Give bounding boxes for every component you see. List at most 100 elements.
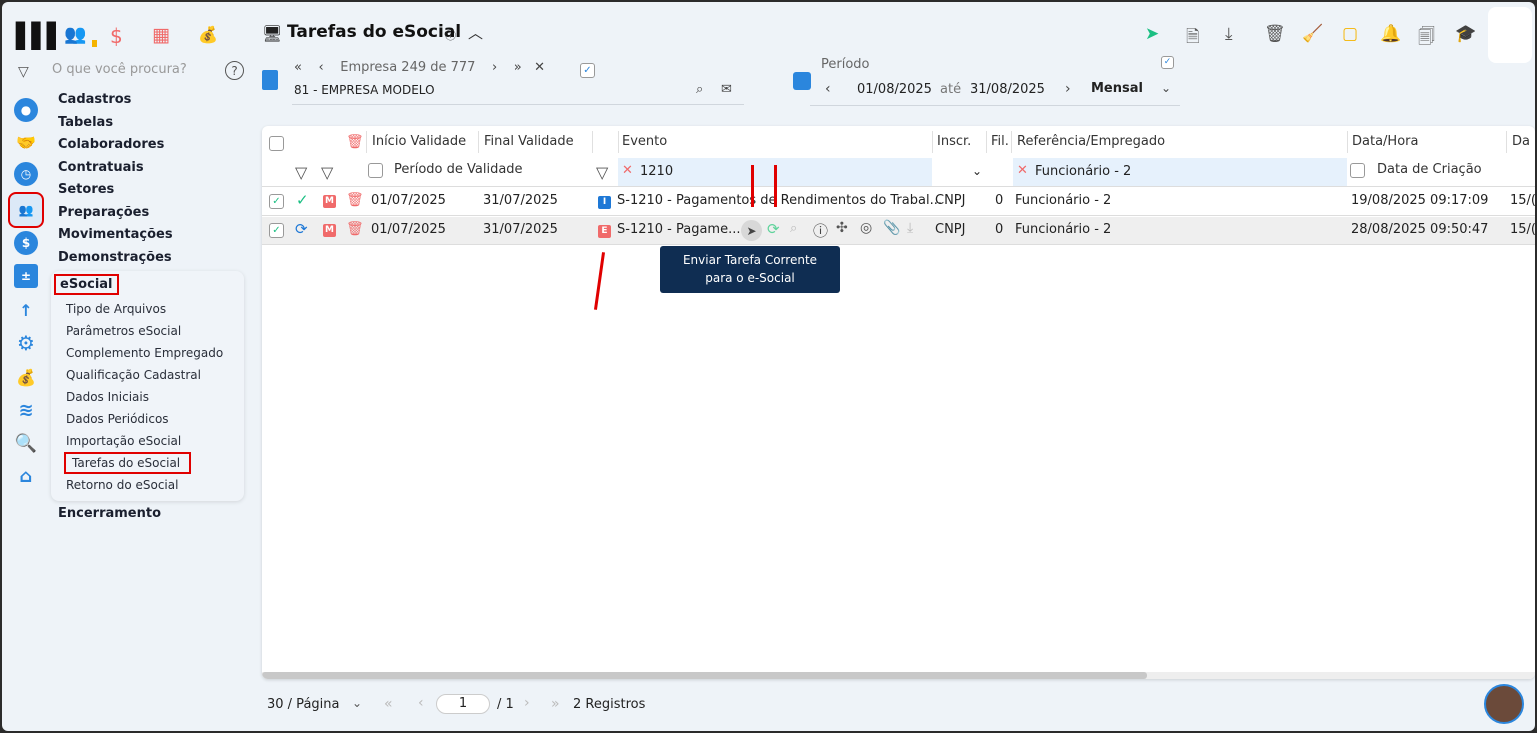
search-document-icon[interactable]: 🗐 [1418, 24, 1435, 53]
search-input[interactable]: O que você procura? [52, 62, 187, 77]
period-filter-checkbox[interactable] [368, 163, 383, 178]
select-all-checkbox[interactable] [269, 136, 284, 151]
dollar-circle-icon[interactable]: $ [14, 231, 38, 255]
col-evento[interactable]: Evento [622, 134, 667, 149]
menu-preparacoes[interactable]: Preparações [58, 205, 149, 220]
bell-icon[interactable]: 🔔 [1380, 24, 1401, 44]
chevron-down-icon[interactable]: ⌄ [972, 164, 982, 178]
first-page-icon[interactable]: « [384, 696, 393, 712]
menu-encerramento[interactable]: Encerramento [58, 506, 161, 521]
next-icon[interactable]: › [492, 60, 497, 75]
table-row[interactable]: ✓ ✓ M 🗑 01/07/2025 31/07/2025 I S-1210 -… [262, 187, 1535, 216]
user-panel[interactable] [1488, 7, 1532, 63]
menu-setores[interactable]: Setores [58, 182, 114, 197]
prev-period-icon[interactable]: ‹ [825, 81, 831, 97]
submenu-qualificacao[interactable]: Qualificação Cadastral [66, 368, 201, 382]
submenu-dados-periodicos[interactable]: Dados Periódicos [66, 412, 169, 426]
calendar-icon[interactable] [793, 72, 811, 90]
document-icon[interactable]: 🗎 [1186, 24, 1200, 53]
filter-icon[interactable]: ▽ [295, 163, 307, 182]
filter-icon[interactable]: ▽ [18, 64, 29, 80]
info-icon[interactable]: ⓘ [445, 27, 456, 43]
mail-icon[interactable]: ✉ [721, 82, 732, 97]
trash-icon[interactable]: 🗑 [346, 192, 364, 208]
download-icon[interactable]: ⤓ [1225, 24, 1233, 44]
submenu-complemento[interactable]: Complemento Empregado [66, 346, 223, 360]
chevron-down-icon[interactable]: ⌄ [352, 696, 362, 710]
col-referencia[interactable]: Referência/Empregado [1017, 134, 1165, 149]
paperclip-icon[interactable]: 📎 [883, 220, 900, 236]
menu-esocial[interactable]: eSocial [54, 274, 119, 295]
send-icon[interactable]: ➤ [741, 220, 762, 241]
send-icon[interactable]: ➤ [1145, 24, 1159, 44]
submenu-tarefas[interactable]: Tarefas do eSocial [64, 452, 191, 474]
row-checkbox[interactable]: ✓ [269, 194, 284, 209]
last-icon[interactable]: » [514, 60, 522, 75]
company-checkbox[interactable]: ✓ [580, 63, 595, 78]
pin-icon[interactable]: ↑ [14, 298, 38, 322]
trash-icon[interactable]: 🗑 [346, 134, 364, 150]
period-mode[interactable]: Mensal [1091, 81, 1143, 96]
first-icon[interactable]: « [294, 60, 302, 75]
col-datahora[interactable]: Data/Hora [1352, 134, 1418, 149]
submenu-tipo-arquivos[interactable]: Tipo de Arquivos [66, 302, 166, 316]
table-row[interactable]: ✓ ⟳ M 🗑 01/07/2025 31/07/2025 E S-1210 -… [262, 217, 1535, 245]
trash-icon[interactable]: 🗑 [346, 221, 364, 237]
referencia-filter[interactable]: ✕ Funcionário - 2 [1013, 158, 1347, 186]
graduation-cap-icon[interactable]: 🎓 [1455, 24, 1476, 44]
menu-contratuais[interactable]: Contratuais [58, 160, 144, 175]
home-icon[interactable]: ⌂ [14, 464, 38, 488]
download-icon[interactable]: ⤓ [907, 220, 913, 236]
clear-icon[interactable]: ✕ [1017, 163, 1028, 178]
last-page-icon[interactable]: » [551, 696, 560, 712]
network-icon[interactable]: ⚙ [14, 331, 38, 355]
col-inscr[interactable]: Inscr. [937, 134, 971, 149]
refresh-icon[interactable]: ⟳ [767, 220, 780, 238]
col-final[interactable]: Final Validade [484, 134, 574, 149]
people-icon[interactable]: 👥 [64, 24, 86, 45]
brain-icon[interactable]: ◎ [860, 220, 872, 236]
help-icon[interactable]: ? [225, 61, 244, 80]
chevron-down-icon[interactable]: ⌄ [1161, 81, 1171, 95]
calculator-icon[interactable]: ▦ [152, 24, 170, 46]
menu-colaboradores[interactable]: Colaboradores [58, 137, 164, 152]
broom-icon[interactable]: 🧹 [1302, 24, 1323, 44]
assistant-avatar[interactable] [1484, 684, 1524, 724]
next-period-icon[interactable]: › [1065, 81, 1071, 97]
user-gear-icon[interactable]: ● [14, 98, 38, 122]
menu-movimentacoes[interactable]: Movimentações [58, 227, 173, 242]
chevron-up-icon[interactable]: ︿ [468, 22, 483, 43]
submenu-importacao[interactable]: Importação eSocial [66, 434, 181, 448]
filter-icon[interactable]: ▽ [321, 163, 333, 182]
dollar-icon[interactable]: $ [110, 24, 123, 48]
scrollbar-thumb[interactable] [262, 672, 1147, 679]
clear-icon[interactable]: ✕ [622, 163, 633, 178]
filter-icon[interactable]: ▽ [596, 163, 608, 182]
puzzle-icon[interactable]: ✣ [836, 220, 848, 236]
horizontal-scrollbar[interactable] [262, 672, 1535, 679]
submenu-retorno[interactable]: Retorno do eSocial [66, 478, 178, 492]
data-filter-checkbox[interactable] [1350, 163, 1365, 178]
submenu-parametros[interactable]: Parâmetros eSocial [66, 324, 181, 338]
company-name[interactable]: 81 - EMPRESA MODELO [294, 83, 435, 97]
period-checkbox[interactable]: ✓ [1161, 56, 1174, 69]
prev-page-icon[interactable]: ‹ [418, 695, 424, 711]
handshake-icon[interactable]: 🤝 [14, 130, 38, 154]
search-icon[interactable]: ⌕ [790, 221, 797, 236]
trash-icon[interactable]: 🗑 [1264, 24, 1286, 44]
search-icon[interactable]: ⌕ [696, 82, 703, 97]
col-da[interactable]: Da [1512, 134, 1530, 149]
per-page-select[interactable]: 30 / Página [267, 697, 339, 712]
file-icon[interactable]: ▢ [1342, 24, 1358, 44]
prev-icon[interactable]: ‹ [319, 60, 324, 75]
menu-cadastros[interactable]: Cadastros [58, 92, 131, 107]
period-start[interactable]: 01/08/2025 [857, 82, 932, 97]
submenu-dados-iniciais[interactable]: Dados Iniciais [66, 390, 149, 404]
menu-demonstracoes[interactable]: Demonstrações [58, 250, 172, 265]
page-input[interactable]: 1 [436, 694, 490, 714]
search-icon[interactable]: 🔍 [14, 431, 38, 455]
next-page-icon[interactable]: › [524, 695, 530, 711]
period-end[interactable]: 31/08/2025 [970, 82, 1045, 97]
calculator-icon[interactable]: ± [14, 264, 38, 288]
col-inicio[interactable]: Início Validade [372, 134, 466, 149]
